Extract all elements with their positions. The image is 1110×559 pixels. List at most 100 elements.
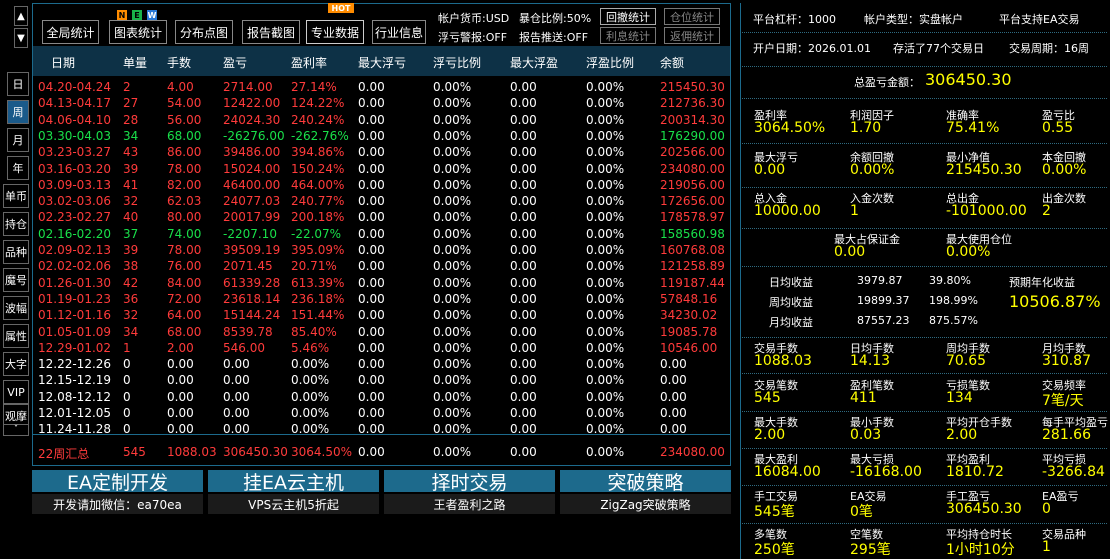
table-cell: 0.00% (433, 96, 472, 111)
table-cell: -22.07% (291, 226, 342, 241)
table-cell: 0.00 (358, 80, 385, 94)
table-cell: 0.00% (433, 243, 472, 257)
scroll-down-button[interactable]: ▼ (14, 28, 28, 48)
nav-item-0[interactable]: 日 (7, 72, 29, 96)
distribution-chart-button[interactable]: 分布点图 (175, 20, 233, 44)
table-cell: 10546.00 (660, 340, 718, 355)
table-cell: 12.01-12.05 (38, 406, 112, 420)
table-cell: 0.00% (586, 291, 625, 306)
table-cell: 0.00 (358, 177, 385, 192)
table-cell: 0.00 (358, 275, 385, 290)
table-cell: 613.39% (291, 275, 345, 290)
nav-item-4[interactable]: 单币 (3, 184, 29, 208)
table-cell: 0.00% (433, 291, 472, 306)
table-cell: 0.00% (433, 112, 472, 127)
annual-return-label: 预期年化收益 (1009, 276, 1075, 289)
table-cell: 202566.00 (660, 145, 725, 160)
account-type: 帐户类型：实盘帐户 (864, 13, 963, 26)
drawdown-stats-button[interactable]: 回撤统计 (600, 8, 656, 25)
column-header: 盈亏 (223, 56, 248, 70)
table-cell: 78.00 (167, 161, 202, 176)
industry-info-button[interactable]: 行业信息 (372, 20, 426, 44)
table-cell: 04.06-04.10 (38, 112, 112, 127)
scroll-up-button[interactable]: ▲ (14, 6, 28, 26)
nav-item-7[interactable]: 魔号 (3, 268, 29, 292)
section-divider (740, 411, 1107, 412)
table-cell: 03.30-04.03 (38, 128, 112, 143)
table-cell: 0.00 (358, 259, 385, 274)
table-cell: 40 (123, 210, 139, 225)
ea-custom-banner[interactable]: EA定制开发 (32, 470, 203, 494)
nav-item-9[interactable]: 属性 (3, 324, 29, 348)
breakout-strategy-banner[interactable]: 突破策略 (560, 470, 731, 494)
table-cell: 0.00% (433, 210, 472, 225)
summary-cell: 0.00 (510, 445, 537, 459)
avg-hold-time-value: 1小时10分 (946, 542, 1015, 558)
nav-item-2[interactable]: 月 (7, 128, 29, 152)
interest-stats-button[interactable]: 利息统计 (600, 27, 656, 44)
win-count-value: 411 (850, 390, 877, 406)
nav-item-6[interactable]: 品种 (3, 240, 29, 264)
table-cell: 0.00 (358, 324, 385, 339)
table-cell: 0.00 (510, 128, 537, 143)
avg-pnl-per-lot-value: 281.66 (1042, 427, 1091, 443)
table-cell: 0.00 (510, 373, 537, 388)
nav-item-5[interactable]: 持仓 (3, 212, 29, 236)
table-cell: 27 (123, 96, 139, 111)
chart-stats-button[interactable]: 图表统计 (109, 20, 167, 44)
table-cell: 0.00 (510, 357, 537, 372)
report-screenshot-button[interactable]: 报告截图 (242, 20, 300, 44)
pro-data-button[interactable]: 专业数据 (306, 20, 364, 44)
table-cell: 0.00 (358, 308, 385, 323)
table-cell: 0.00% (433, 226, 472, 241)
monthly-avg-label: 月均收益 (769, 316, 813, 329)
table-cell: 01.05-01.09 (38, 324, 112, 339)
rebate-stats-button[interactable]: 返佣统计 (664, 27, 720, 44)
table-cell: 0.00% (586, 324, 625, 339)
table-cell: 86.00 (167, 145, 202, 160)
summary-cell: 3064.50% (291, 445, 353, 459)
table-cell: 0.00 (358, 161, 385, 176)
table-cell: 0.00 (167, 373, 194, 388)
table-cell: 80.00 (167, 210, 202, 225)
table-cell: 0.00% (433, 177, 472, 192)
nav-item-11[interactable]: VIP (3, 380, 29, 404)
nav-item-3[interactable]: 年 (7, 156, 29, 180)
nav-item-8[interactable]: 波幅 (3, 296, 29, 320)
survived-days: 存活了77个交易日 (893, 42, 984, 55)
nav-item-10[interactable]: 大字 (3, 352, 29, 376)
total-deposit-value: 10000.00 (754, 203, 821, 219)
table-cell: 68.00 (167, 324, 202, 339)
summary-cell: 0.00% (433, 445, 472, 459)
table-cell: 0.00% (586, 406, 625, 420)
table-cell: 0.00 (167, 406, 194, 420)
weekly-avg-lots-value: 70.65 (946, 353, 987, 369)
nav-item-13[interactable]: ˇ (3, 424, 29, 436)
timing-trade-banner[interactable]: 择时交易 (384, 470, 555, 494)
table-cell: 02.02-02.06 (38, 259, 112, 274)
position-stats-button[interactable]: 仓位统计 (664, 8, 720, 25)
table-cell: 0.00 (358, 406, 385, 420)
table-cell: 39509.19 (223, 243, 281, 257)
table-cell: 0.00% (586, 145, 625, 160)
global-stats-button[interactable]: 全局统计 (42, 20, 99, 44)
table-cell: 12.15-12.19 (38, 373, 112, 388)
table-cell: 0.00 (510, 389, 537, 404)
report-push: 报告推送:OFF (519, 31, 589, 44)
column-header: 余额 (660, 56, 685, 70)
total-lots-value: 1088.03 (754, 353, 812, 369)
table-cell: 02.23-02.27 (38, 210, 112, 225)
column-header: 最大浮盈 (510, 56, 559, 70)
avg-profit-value: 1810.72 (946, 464, 1004, 480)
table-cell: 0.00 (358, 373, 385, 388)
table-cell: 0.00 (223, 389, 250, 404)
table-cell: 0.00% (433, 161, 472, 176)
table-cell: 0.00% (586, 226, 625, 241)
section-divider (740, 98, 1107, 99)
table-cell: 03.23-03.27 (38, 145, 112, 160)
table-cell: 0.00 (510, 161, 537, 176)
table-cell: 32 (123, 194, 139, 209)
ea-cloud-host-banner[interactable]: 挂EA云主机 (208, 470, 379, 494)
nav-item-1[interactable]: 周 (7, 100, 29, 124)
table-cell: 24077.03 (223, 194, 281, 209)
